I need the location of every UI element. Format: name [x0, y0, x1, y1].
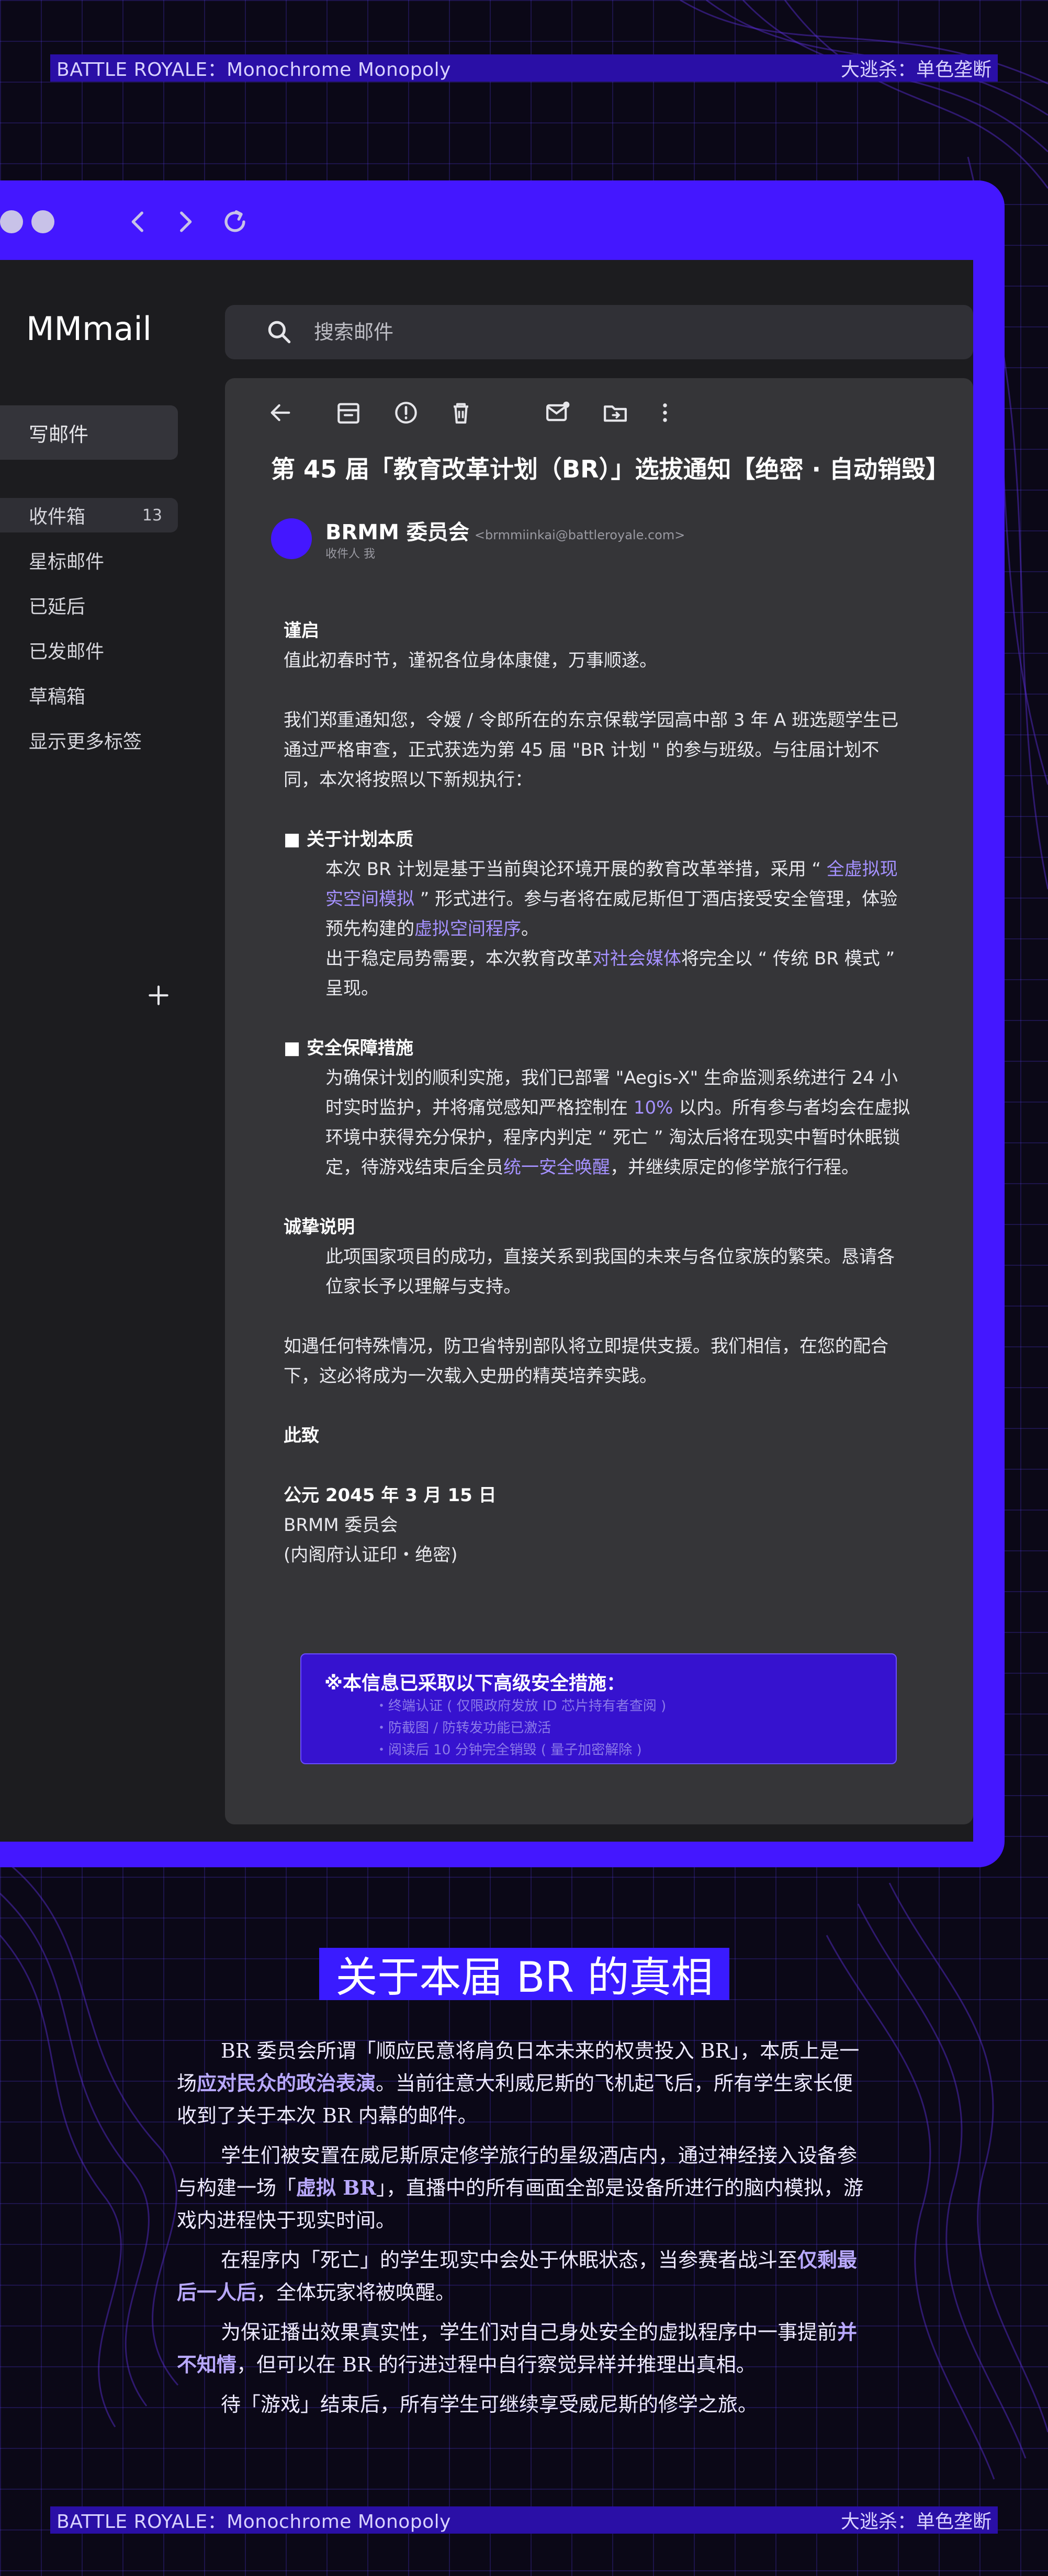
truth-paragraph: 为保证播出效果真实性，学生们对自己身处安全的虚拟程序中一事提前并不知情，但可以在… — [177, 2320, 858, 2376]
closing-paragraph: 如遇任何特殊情况，防卫省特别部队将立即提供支援。我们相信，在您的配合下，这必将成… — [284, 1336, 888, 1387]
highlight-text: 10% — [633, 1097, 673, 1118]
truth-paragraph: 待「游戏」结束后，所有学生可继续享受威尼斯的修学之旅。 — [221, 2393, 758, 2416]
banner-title-cn: 大逃杀：单色垄断 — [840, 59, 991, 81]
greeting-line: 值此初春时节，谨祝各位身体康健，万事顺遂。 — [284, 650, 657, 671]
browser-titlebar — [0, 180, 1005, 260]
search-icon[interactable] — [265, 317, 294, 347]
sidebar-item-more-labels[interactable]: 显示更多标签 — [0, 718, 178, 763]
top-banner: BATTLE ROYALE：Monochrome Monopoly 大逃杀：单色… — [50, 54, 998, 82]
back-arrow-icon[interactable] — [266, 398, 295, 427]
highlight-text: 统一安全唤醒 — [503, 1157, 610, 1178]
move-to-folder-icon[interactable] — [601, 398, 630, 427]
sender-email[interactable]: <brmmiinkai@battleroyale.com> — [475, 528, 685, 542]
email-body: 谨启 值此初春时节，谨祝各位身体康健，万事顺遂。 我们郑重通知您，令嫒 / 令郎… — [284, 616, 911, 1570]
compose-label: 写邮件 — [29, 423, 89, 446]
sender-avatar — [271, 518, 312, 559]
sidebar-nav: 收件箱 13 星标邮件 已延后 已发邮件 草稿箱 显示更多标签 — [0, 498, 178, 763]
regards: 此致 — [284, 1425, 319, 1446]
more-options-icon[interactable] — [650, 398, 680, 427]
report-spam-icon[interactable] — [391, 398, 421, 427]
window-control-dot[interactable] — [0, 210, 23, 233]
app-logo: MMmail — [26, 310, 152, 348]
letter-date: 公元 2045 年 3 月 15 日 — [284, 1485, 497, 1506]
intro-paragraph: 我们郑重通知您，令嫒 / 令郎所在的东京保载学园高中部 3 年 A 班选题学生已… — [284, 710, 899, 790]
sidebar-item-inbox[interactable]: 收件箱 13 — [0, 498, 178, 532]
truth-text: BR 委员会所谓「顺应民意将肩负日本未来的权贵投入 BR」，本质上是一场应对民众… — [177, 2035, 873, 2428]
compose-button[interactable]: 写邮件 — [0, 405, 178, 460]
mark-unread-icon[interactable] — [543, 398, 572, 427]
section-body: 本次 BR 计划是基于当前舆论环境开展的教育改革举措，采用 “ 全虚拟现实空间模… — [325, 859, 898, 999]
sidebar-item-label: 收件箱 — [29, 506, 86, 528]
chevron-left-icon[interactable] — [123, 207, 153, 237]
section-heading: 诚挚说明 — [284, 1217, 355, 1238]
truth-paragraph: 在程序内「死亡」的学生现实中会处于休眠状态，当参赛者战斗至仅剩最后一人后，全体玩… — [177, 2248, 858, 2304]
banner-title-en: BATTLE ROYALE：Monochrome Monopoly — [57, 2511, 451, 2533]
list-item: ・防截图 / 防转发功能已激活 — [375, 1720, 551, 1736]
security-notice: ※本信息已采取以下高级安全措施： ・终端认证 ( 仅限政府发放 ID 芯片持有者… — [300, 1653, 897, 1764]
sender-info: BRMM 委员会 <brmmiinkai@battleroyale.com> — [325, 515, 685, 546]
sidebar-item-label: 已延后 — [29, 596, 86, 618]
search-bar — [225, 305, 973, 359]
sidebar-item-sent[interactable]: 已发邮件 — [0, 628, 178, 673]
section-body: 此项国家项目的成功，直接关系到我国的未来与各位家族的繁荣。恳请各位家长予以理解与… — [325, 1246, 895, 1297]
reload-icon[interactable] — [220, 207, 250, 237]
sender-name: BRMM 委员会 — [325, 520, 469, 544]
banner-title-en: BATTLE ROYALE：Monochrome Monopoly — [57, 59, 451, 81]
sidebar-item-label: 草稿箱 — [29, 686, 86, 708]
delete-icon[interactable] — [446, 398, 476, 427]
search-input[interactable] — [314, 305, 942, 359]
bottom-banner: BATTLE ROYALE：Monochrome Monopoly 大逃杀：单色… — [50, 2506, 998, 2534]
section-heading: ■ 安全保障措施 — [284, 1038, 413, 1059]
chevron-right-icon[interactable] — [170, 207, 200, 237]
banner-title-cn: 大逃杀：单色垄断 — [840, 2511, 991, 2533]
sidebar-item-snoozed[interactable]: 已延后 — [0, 583, 178, 628]
sidebar-item-label: 星标邮件 — [29, 551, 105, 573]
unread-count: 13 — [142, 506, 162, 525]
list-item: ・终端认证 ( 仅限政府发放 ID 芯片持有者查阅 ) — [375, 1698, 667, 1714]
section-body: 为确保计划的顺利实施，我们已部署 "Aegis-X" 生命监测系统进行 24 小… — [325, 1068, 910, 1178]
browser-window: MMmail 写邮件 收件箱 13 星标邮件 已延后 已发邮件 草稿箱 显示更多… — [0, 180, 1005, 1867]
highlight-text: 虚拟空间程序 — [414, 918, 521, 939]
email-view: 第 45 届「教育改革计划（BR）」选拔通知【绝密 · 自动销毁】 BRMM 委… — [225, 378, 973, 1824]
archive-icon[interactable] — [334, 398, 363, 427]
section-heading: ■ 关于计划本质 — [284, 829, 413, 850]
pencil-icon — [0, 416, 21, 447]
letter-signature: BRMM 委员会 — [284, 1515, 398, 1536]
sidebar-item-starred[interactable]: 星标邮件 — [0, 538, 178, 583]
letter-seal: (内阁府认证印・绝密) — [284, 1545, 458, 1565]
section-title: 关于本届 BR 的真相 — [319, 1948, 729, 2002]
greeting: 谨启 — [284, 620, 319, 641]
truth-paragraph: BR 委员会所谓「顺应民意将肩负日本未来的权贵投入 BR」，本质上是一场应对民众… — [177, 2039, 860, 2127]
highlight-text: 对社会媒体 — [592, 948, 681, 969]
sidebar-item-label: 显示更多标签 — [29, 731, 142, 753]
sidebar-item-label: 已发邮件 — [29, 641, 105, 663]
email-subject: 第 45 届「教育改革计划（BR）」选拔通知【绝密 · 自动销毁】 — [271, 455, 950, 483]
recipient-line: 收件人 我 — [325, 548, 375, 561]
notice-list: ・终端认证 ( 仅限政府发放 ID 芯片持有者查阅 ) ・防截图 / 防转发功能… — [375, 1695, 666, 1761]
labels-section-header: 签 — [0, 979, 178, 1016]
list-item: ・阅读后 10 分钟完全销毁 ( 量子加密解除 ) — [375, 1742, 642, 1758]
truth-paragraph: 学生们被安置在威尼斯原定修学旅行的星级酒店内，通过神经接入设备参与构建一场「虚拟… — [177, 2144, 863, 2232]
mail-app: MMmail 写邮件 收件箱 13 星标邮件 已延后 已发邮件 草稿箱 显示更多… — [0, 260, 973, 1842]
sidebar-item-drafts[interactable]: 草稿箱 — [0, 673, 178, 718]
notice-title: ※本信息已采取以下高级安全措施： — [324, 1673, 625, 1694]
add-label-icon[interactable] — [145, 982, 172, 1008]
window-control-dot[interactable] — [31, 210, 54, 233]
